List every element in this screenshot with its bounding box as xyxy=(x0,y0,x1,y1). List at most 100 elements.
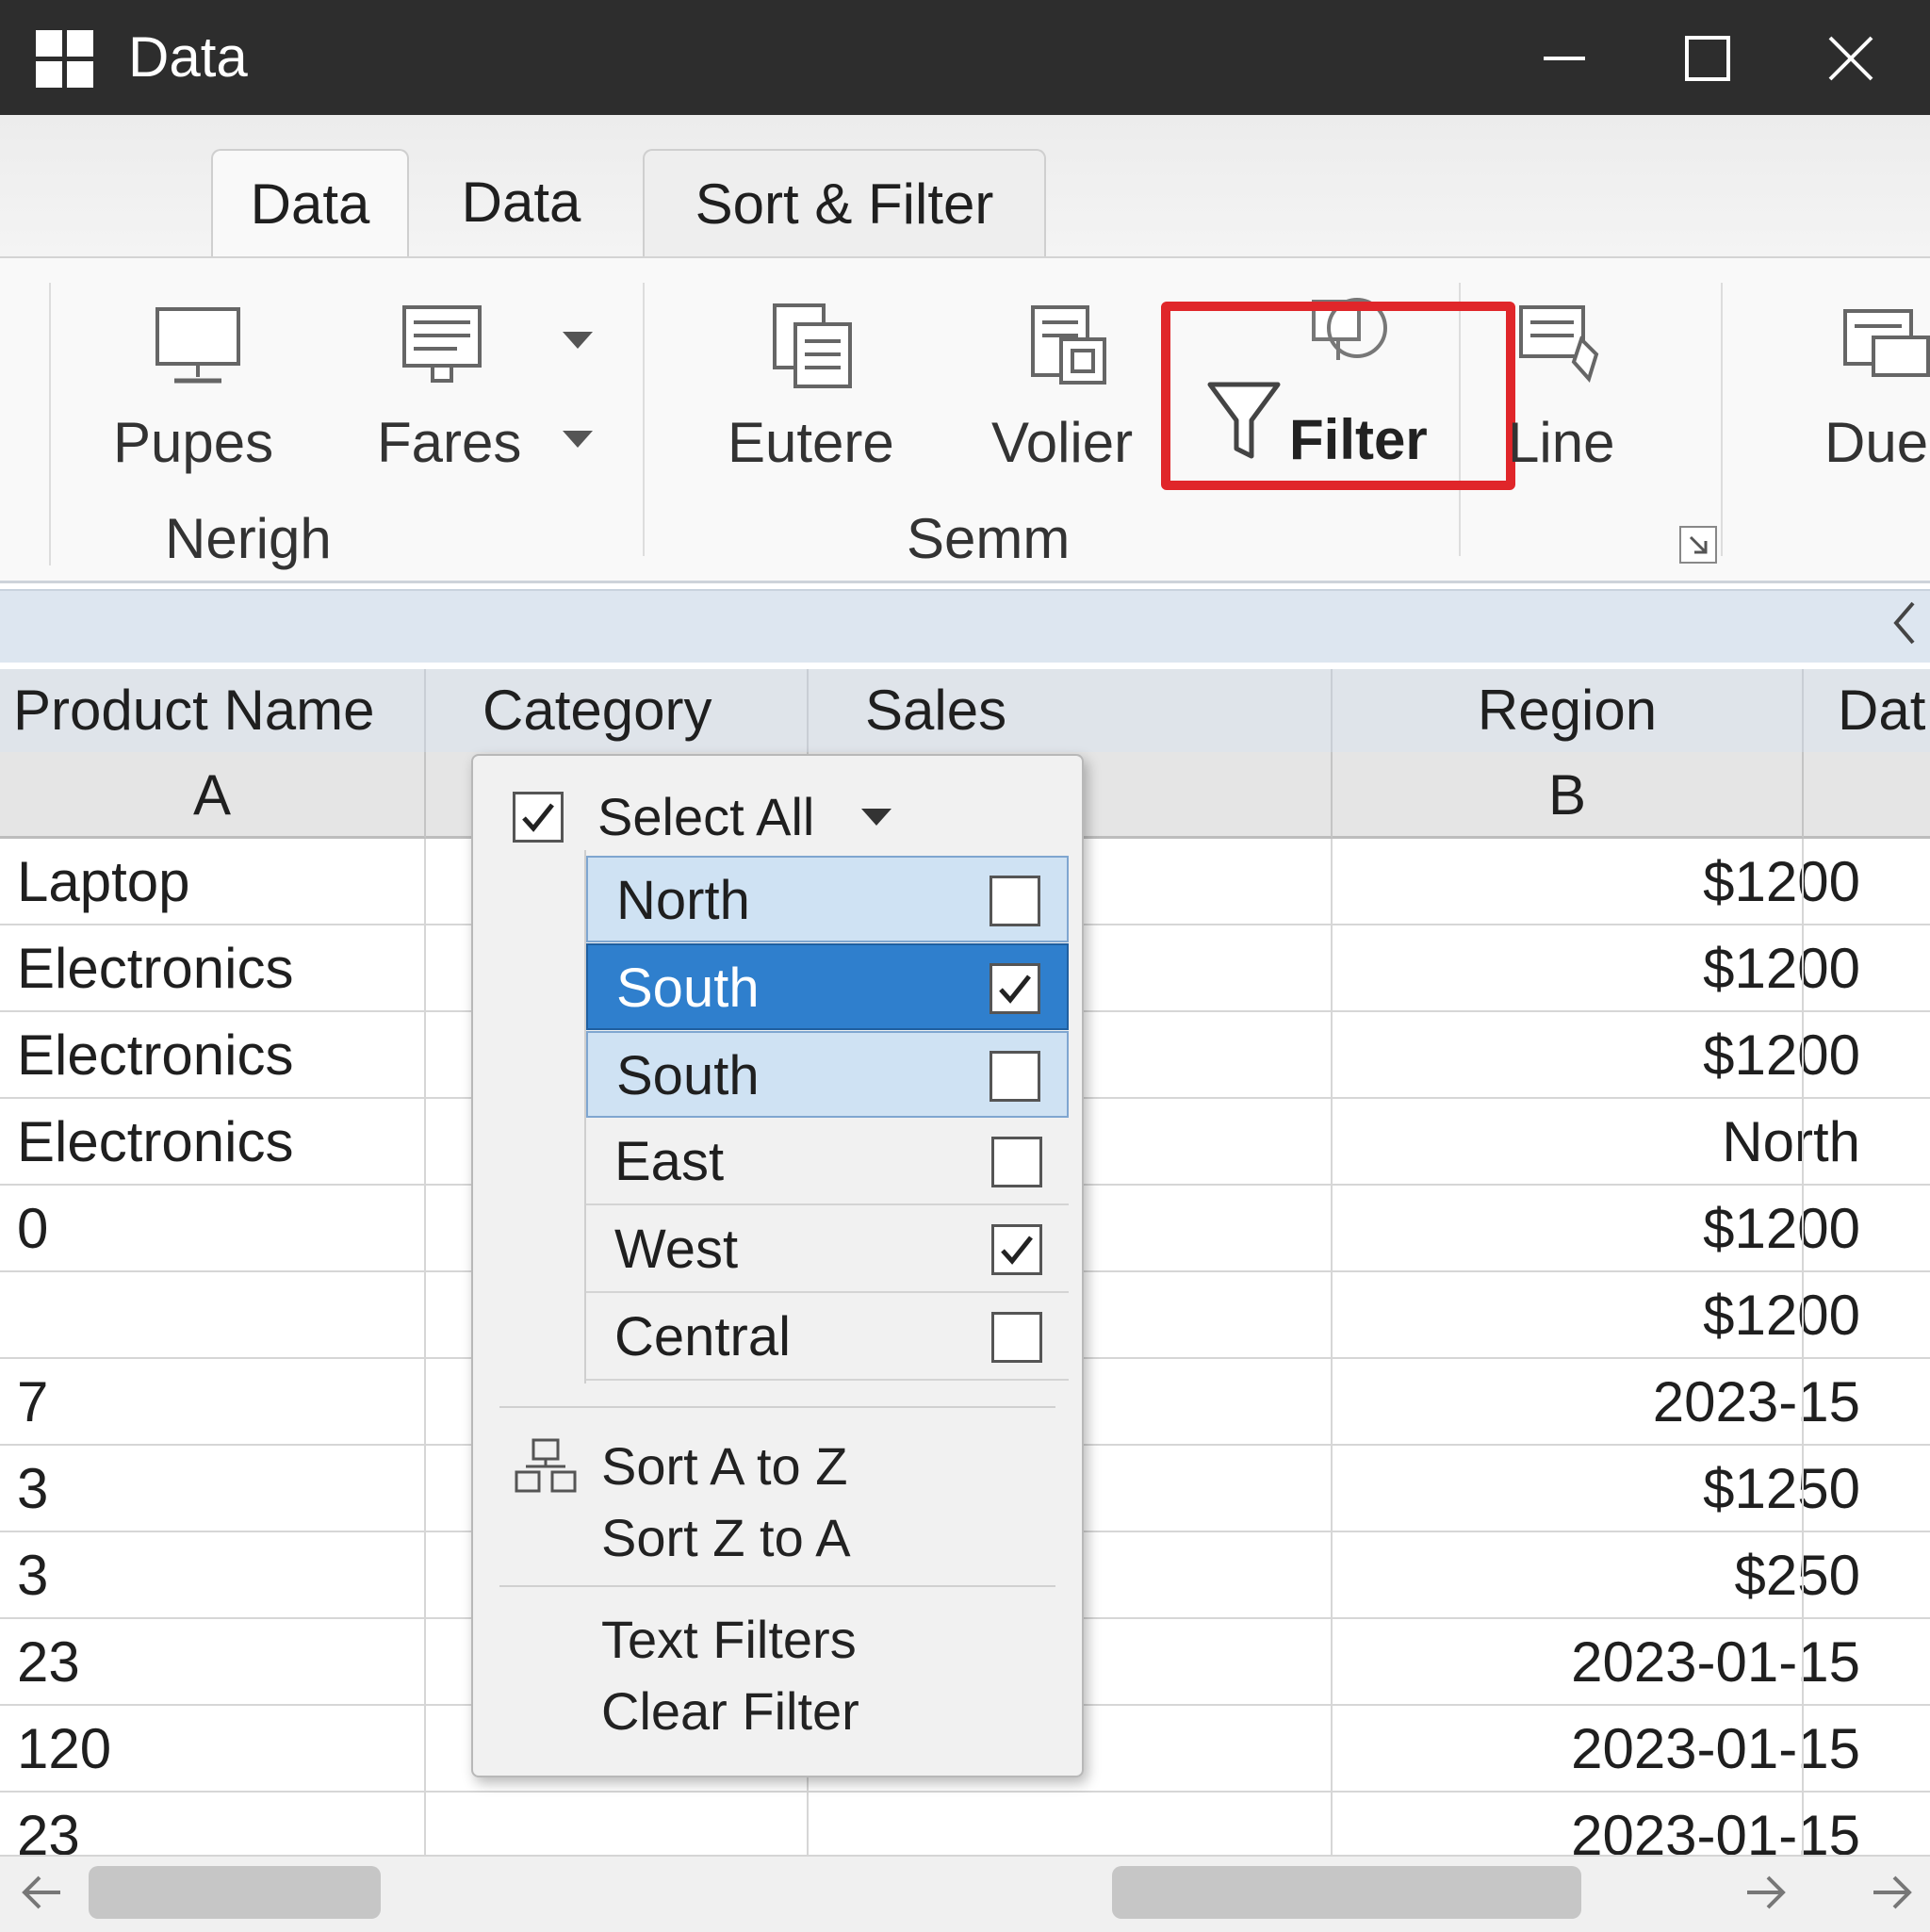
header-date[interactable]: Dat xyxy=(1804,669,1930,752)
windows-logo-icon xyxy=(36,30,94,89)
pupes-label: Pupes xyxy=(113,411,274,474)
header-region[interactable]: Region xyxy=(1333,669,1804,752)
maximize-button[interactable] xyxy=(1674,25,1742,92)
tab-data[interactable]: Data xyxy=(211,149,409,258)
text-filters[interactable]: Text Filters xyxy=(601,1604,857,1676)
cell-region[interactable]: $250 xyxy=(1735,1532,1860,1619)
filter-option-label: North xyxy=(616,870,750,931)
document-list-icon xyxy=(402,305,482,383)
cell-product-name[interactable]: 0 xyxy=(17,1186,48,1272)
column-letter-e[interactable] xyxy=(1804,752,1930,839)
scroll-right-icon[interactable] xyxy=(1743,1874,1787,1911)
filter-option-checkbox[interactable] xyxy=(991,1137,1042,1187)
filter-option-north[interactable]: North xyxy=(586,856,1069,942)
filter-option-label: West xyxy=(614,1219,739,1280)
chevron-down-icon xyxy=(563,431,593,448)
column-letter-a[interactable]: A xyxy=(0,752,426,839)
window-title: Data xyxy=(128,25,248,89)
cell-region[interactable]: $1200 xyxy=(1703,1186,1860,1272)
sort-z-to-a[interactable]: Sort Z to A xyxy=(601,1502,851,1574)
filter-option-west[interactable]: West xyxy=(586,1206,1069,1293)
grid-line xyxy=(1331,839,1333,1855)
filter-dropdown: Select All North South South East West Centra… xyxy=(471,754,1084,1777)
ribbon-divider xyxy=(49,283,51,565)
cell-region[interactable]: 2023-01-15 xyxy=(1571,1706,1860,1793)
table-icon xyxy=(1843,309,1930,377)
checkmark-icon xyxy=(1001,1236,1033,1265)
cell-product-name[interactable]: 23 xyxy=(17,1619,80,1706)
line-label: Line xyxy=(1508,411,1615,474)
filter-option-label: South xyxy=(616,1045,760,1106)
tab-sort-filter[interactable]: Sort & Filter xyxy=(643,149,1046,258)
cell-product-name[interactable]: Electronics xyxy=(17,1099,293,1186)
clear-filter[interactable]: Clear Filter xyxy=(601,1676,859,1747)
due-label: Due xyxy=(1824,411,1929,474)
cell-region[interactable]: $1200 xyxy=(1703,1272,1860,1359)
header-category[interactable]: Category xyxy=(426,669,809,752)
cell-region[interactable]: 2023-15 xyxy=(1653,1359,1860,1446)
eutere-button[interactable]: Eutere xyxy=(716,292,914,490)
cell-product-name[interactable]: 7 xyxy=(17,1359,48,1446)
title-bar xyxy=(0,0,1930,115)
scroll-right-icon[interactable] xyxy=(1870,1874,1913,1911)
dialog-launcher-icon xyxy=(1689,535,1708,554)
due-button[interactable]: Due xyxy=(1819,292,1930,490)
header-sales[interactable]: Sales xyxy=(809,669,1333,752)
volier-button[interactable]: Volier xyxy=(980,292,1169,490)
filter-option-checkbox[interactable] xyxy=(991,1312,1042,1363)
ribbon-divider xyxy=(1721,283,1723,556)
grid-line xyxy=(1802,839,1804,1855)
filter-option-south[interactable]: South xyxy=(586,943,1069,1030)
cell-region[interactable]: $1200 xyxy=(1703,839,1860,925)
chevron-down-icon xyxy=(563,332,593,349)
grid-line xyxy=(424,839,426,1855)
cell-region[interactable]: $1200 xyxy=(1703,925,1860,1012)
cell-product-name[interactable]: 120 xyxy=(17,1706,111,1793)
minimize-button[interactable] xyxy=(1530,25,1598,92)
dialog-launcher-button[interactable] xyxy=(1679,526,1717,564)
cell-region[interactable]: 2023-01-15 xyxy=(1571,1619,1860,1706)
chevron-down-icon[interactable] xyxy=(859,807,893,829)
cell-region[interactable]: North xyxy=(1722,1099,1860,1186)
filter-option-checkbox[interactable] xyxy=(991,1224,1042,1275)
tab-data-secondary[interactable]: Data xyxy=(415,149,628,256)
column-letter-region[interactable]: B xyxy=(1333,752,1804,839)
cell-product-name[interactable]: 3 xyxy=(17,1446,48,1532)
filter-option-checkbox[interactable] xyxy=(990,876,1040,926)
data-grid-icon xyxy=(1031,305,1106,385)
cell-product-name[interactable]: 3 xyxy=(17,1532,48,1619)
select-all-checkbox[interactable] xyxy=(513,792,564,843)
scrollbar-thumb[interactable] xyxy=(1112,1866,1581,1919)
filter-option-checkbox[interactable] xyxy=(990,1051,1040,1102)
minimize-icon xyxy=(1544,57,1585,60)
copy-documents-icon xyxy=(773,303,852,388)
fares-button[interactable]: Fares xyxy=(368,292,613,490)
fares-label: Fares xyxy=(377,411,522,474)
collapse-pane-icon[interactable] xyxy=(1890,599,1919,647)
scroll-left-icon[interactable] xyxy=(21,1874,64,1911)
group-label-semm: Semm xyxy=(907,507,1071,570)
close-icon xyxy=(1828,36,1873,81)
filter-option-south[interactable]: South xyxy=(586,1031,1069,1118)
filter-option-central[interactable]: Central xyxy=(586,1294,1069,1381)
cell-region[interactable]: $1200 xyxy=(1703,1012,1860,1099)
menu-separator xyxy=(499,1406,1055,1408)
cell-region[interactable]: $1250 xyxy=(1703,1446,1860,1532)
header-product-name[interactable]: Product Name xyxy=(0,669,426,752)
pupes-button[interactable]: Pupes xyxy=(104,292,292,490)
line-button[interactable]: Line xyxy=(1498,292,1649,490)
select-all-label[interactable]: Select All xyxy=(597,784,814,850)
filter-option-label: East xyxy=(614,1131,725,1192)
cell-product-name[interactable]: Electronics xyxy=(17,925,293,1012)
scrollbar-thumb-left[interactable] xyxy=(89,1866,381,1919)
checkmark-icon xyxy=(522,803,554,832)
sort-a-to-z[interactable]: Sort A to Z xyxy=(601,1431,847,1502)
filter-highlight-box xyxy=(1161,302,1515,490)
close-button[interactable] xyxy=(1817,25,1885,92)
cell-product-name[interactable]: Electronics xyxy=(17,1012,293,1099)
filter-option-checkbox[interactable] xyxy=(990,963,1040,1014)
cell-product-name[interactable]: Laptop xyxy=(17,839,190,925)
formula-bar xyxy=(0,589,1930,666)
filter-option-east[interactable]: East xyxy=(586,1119,1069,1205)
volier-label: Volier xyxy=(991,411,1134,474)
